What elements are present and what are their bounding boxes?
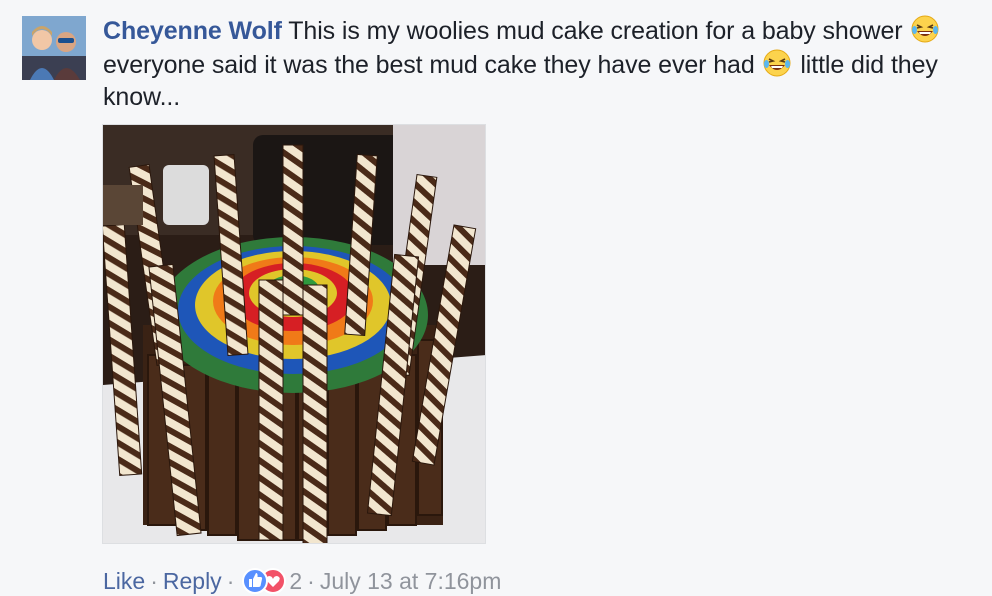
avatar[interactable] [22,16,86,80]
like-button[interactable]: Like [103,568,145,594]
author-name[interactable]: Cheyenne Wolf [103,17,282,45]
comment-body: Cheyenne Wolf This is my woolies mud cak… [103,14,963,114]
reactions-summary[interactable] [241,567,287,595]
timestamp[interactable]: July 13 at 7:16pm [320,568,502,594]
separator: · [307,568,315,594]
comment: Cheyenne Wolf This is my woolies mud cak… [0,0,992,596]
attached-photo[interactable] [102,124,486,544]
laughing-emoji-icon [910,14,940,44]
laughing-emoji-icon [762,48,792,78]
comment-text-part1: This is my woolies mud cake creation for… [281,17,910,45]
comment-text-part2: everyone said it was the best mud cake t… [103,50,762,79]
cake-photo [103,125,485,543]
comment-actions: Like · Reply · 2 · July 13 at 7:16pm [103,565,501,596]
avatar-photo [22,16,86,80]
like-reaction-icon [242,568,269,594]
separator: · [150,568,158,594]
separator: · [226,568,235,594]
reply-button[interactable]: Reply [163,568,222,594]
reaction-count[interactable]: 2 [289,568,302,594]
